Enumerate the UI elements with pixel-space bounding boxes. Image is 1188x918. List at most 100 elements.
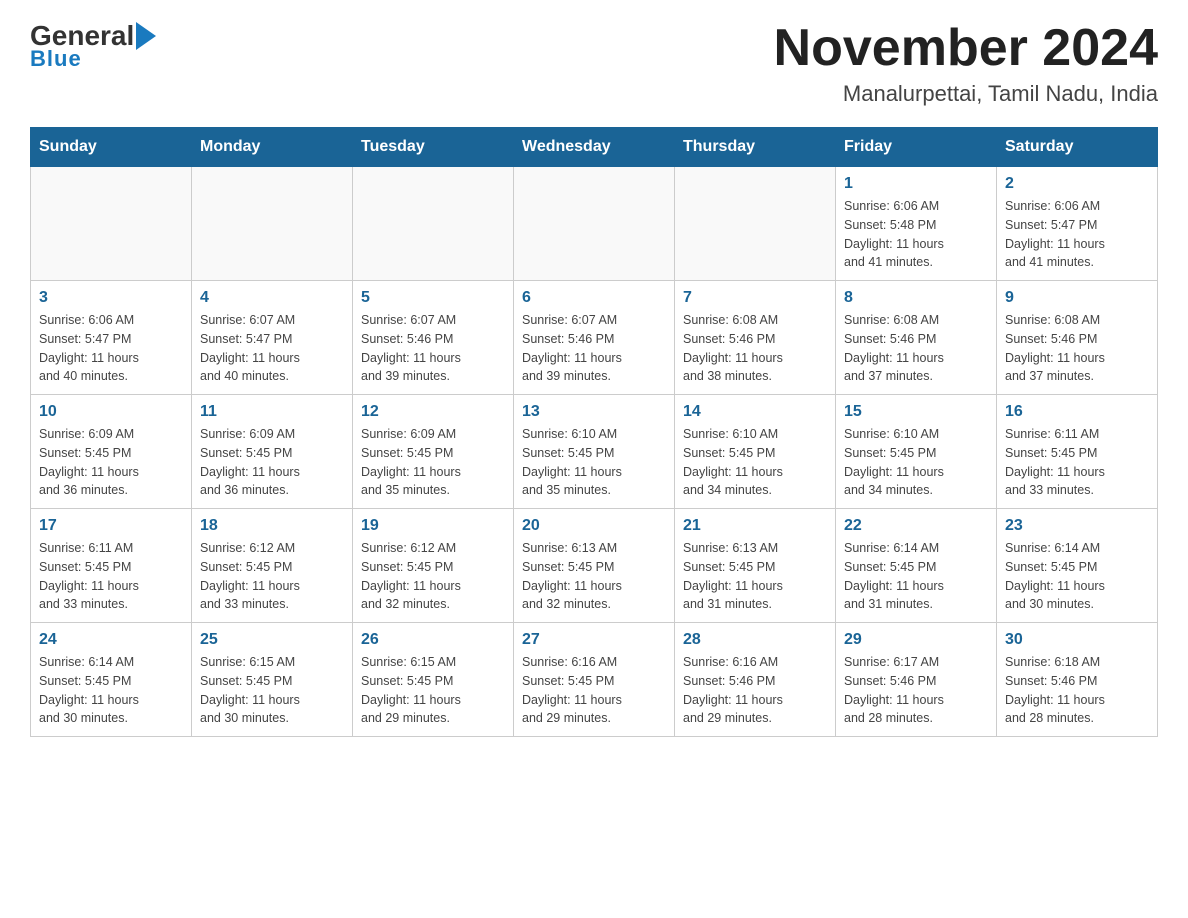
weekday-header-thursday: Thursday [675,128,836,167]
calendar-cell: 1 Sunrise: 6:06 AMSunset: 5:48 PMDaylight… [836,167,997,281]
day-info: Sunrise: 6:08 AMSunset: 5:46 PMDaylight:… [1005,311,1149,386]
day-number: 24 [39,631,183,649]
day-number: 18 [200,517,344,535]
day-number: 14 [683,403,827,421]
calendar-cell: 26 Sunrise: 6:15 AMSunset: 5:45 PMDayligh… [353,623,514,737]
weekday-header-friday: Friday [836,128,997,167]
calendar-cell [353,167,514,281]
day-number: 23 [1005,517,1149,535]
calendar-cell: 11 Sunrise: 6:09 AMSunset: 5:45 PMDayligh… [192,395,353,509]
day-number: 1 [844,175,988,193]
weekday-header-tuesday: Tuesday [353,128,514,167]
day-number: 7 [683,289,827,307]
calendar-cell: 25Sunrise: 6:15 AMSunset: 5:45 PMDayligh… [192,623,353,737]
day-info: Sunrise: 6:07 AMSunset: 5:46 PMDaylight:… [522,311,666,386]
calendar-cell: 29 Sunrise: 6:17 AMSunset: 5:46 PMDayligh… [836,623,997,737]
week-row-4: 17 Sunrise: 6:11 AMSunset: 5:45 PMDayligh… [31,509,1158,623]
day-number: 17 [39,517,183,535]
day-info: Sunrise: 6:16 AMSunset: 5:46 PMDaylight:… [683,653,827,728]
day-number: 8 [844,289,988,307]
day-info: Sunrise: 6:08 AMSunset: 5:46 PMDaylight:… [844,311,988,386]
day-info: Sunrise: 6:06 AMSunset: 5:47 PMDaylight:… [39,311,183,386]
week-row-2: 3 Sunrise: 6:06 AMSunset: 5:47 PMDaylight… [31,281,1158,395]
day-number: 2 [1005,175,1149,193]
calendar-cell: 21 Sunrise: 6:13 AMSunset: 5:45 PMDayligh… [675,509,836,623]
calendar-cell: 5Sunrise: 6:07 AMSunset: 5:46 PMDaylight… [353,281,514,395]
calendar-cell: 17 Sunrise: 6:11 AMSunset: 5:45 PMDayligh… [31,509,192,623]
day-info: Sunrise: 6:09 AMSunset: 5:45 PMDaylight:… [200,425,344,500]
day-info: Sunrise: 6:11 AMSunset: 5:45 PMDaylight:… [39,539,183,614]
day-info: Sunrise: 6:09 AMSunset: 5:45 PMDaylight:… [39,425,183,500]
calendar-cell [192,167,353,281]
logo-arrow-icon [136,22,156,50]
calendar-cell: 30Sunrise: 6:18 AMSunset: 5:46 PMDayligh… [997,623,1158,737]
day-info: Sunrise: 6:13 AMSunset: 5:45 PMDaylight:… [683,539,827,614]
calendar-cell: 12 Sunrise: 6:09 AMSunset: 5:45 PMDayligh… [353,395,514,509]
calendar-cell: 2 Sunrise: 6:06 AMSunset: 5:47 PMDaylight… [997,167,1158,281]
day-info: Sunrise: 6:13 AMSunset: 5:45 PMDaylight:… [522,539,666,614]
day-number: 26 [361,631,505,649]
day-info: Sunrise: 6:15 AMSunset: 5:45 PMDaylight:… [200,653,344,728]
day-info: Sunrise: 6:16 AMSunset: 5:45 PMDaylight:… [522,653,666,728]
calendar-cell: 6 Sunrise: 6:07 AMSunset: 5:46 PMDaylight… [514,281,675,395]
calendar-cell: 8 Sunrise: 6:08 AMSunset: 5:46 PMDaylight… [836,281,997,395]
day-number: 19 [361,517,505,535]
day-number: 5 [361,289,505,307]
day-number: 11 [200,403,344,421]
weekday-header-monday: Monday [192,128,353,167]
day-info: Sunrise: 6:17 AMSunset: 5:46 PMDaylight:… [844,653,988,728]
day-info: Sunrise: 6:11 AMSunset: 5:45 PMDaylight:… [1005,425,1149,500]
calendar-cell: 4 Sunrise: 6:07 AMSunset: 5:47 PMDaylight… [192,281,353,395]
day-info: Sunrise: 6:10 AMSunset: 5:45 PMDaylight:… [683,425,827,500]
calendar-cell: 3 Sunrise: 6:06 AMSunset: 5:47 PMDaylight… [31,281,192,395]
day-info: Sunrise: 6:08 AMSunset: 5:46 PMDaylight:… [683,311,827,386]
week-row-5: 24Sunrise: 6:14 AMSunset: 5:45 PMDayligh… [31,623,1158,737]
day-number: 12 [361,403,505,421]
calendar-cell: 15 Sunrise: 6:10 AMSunset: 5:45 PMDayligh… [836,395,997,509]
day-info: Sunrise: 6:18 AMSunset: 5:46 PMDaylight:… [1005,653,1149,728]
day-info: Sunrise: 6:10 AMSunset: 5:45 PMDaylight:… [522,425,666,500]
calendar-cell: 24Sunrise: 6:14 AMSunset: 5:45 PMDayligh… [31,623,192,737]
day-number: 3 [39,289,183,307]
day-number: 21 [683,517,827,535]
day-info: Sunrise: 6:06 AMSunset: 5:48 PMDaylight:… [844,197,988,272]
day-number: 4 [200,289,344,307]
day-info: Sunrise: 6:14 AMSunset: 5:45 PMDaylight:… [844,539,988,614]
day-number: 29 [844,631,988,649]
day-info: Sunrise: 6:12 AMSunset: 5:45 PMDaylight:… [200,539,344,614]
day-number: 16 [1005,403,1149,421]
calendar-cell: 19Sunrise: 6:12 AMSunset: 5:45 PMDayligh… [353,509,514,623]
day-info: Sunrise: 6:10 AMSunset: 5:45 PMDaylight:… [844,425,988,500]
calendar-cell [514,167,675,281]
title-area: November 2024 Manalurpettai, Tamil Nadu,… [774,20,1158,107]
day-number: 6 [522,289,666,307]
calendar-cell: 16 Sunrise: 6:11 AMSunset: 5:45 PMDayligh… [997,395,1158,509]
day-info: Sunrise: 6:09 AMSunset: 5:45 PMDaylight:… [361,425,505,500]
day-info: Sunrise: 6:07 AMSunset: 5:47 PMDaylight:… [200,311,344,386]
day-number: 15 [844,403,988,421]
calendar-cell: 18 Sunrise: 6:12 AMSunset: 5:45 PMDayligh… [192,509,353,623]
weekday-header-saturday: Saturday [997,128,1158,167]
month-title: November 2024 [774,20,1158,77]
day-number: 27 [522,631,666,649]
day-number: 13 [522,403,666,421]
calendar-cell: 23 Sunrise: 6:14 AMSunset: 5:45 PMDayligh… [997,509,1158,623]
calendar-cell: 20Sunrise: 6:13 AMSunset: 5:45 PMDayligh… [514,509,675,623]
header-row: SundayMondayTuesdayWednesdayThursdayFrid… [31,128,1158,167]
day-info: Sunrise: 6:15 AMSunset: 5:45 PMDaylight:… [361,653,505,728]
day-number: 10 [39,403,183,421]
day-info: Sunrise: 6:14 AMSunset: 5:45 PMDaylight:… [1005,539,1149,614]
calendar-cell: 28Sunrise: 6:16 AMSunset: 5:46 PMDayligh… [675,623,836,737]
calendar-cell: 9 Sunrise: 6:08 AMSunset: 5:46 PMDaylight… [997,281,1158,395]
day-number: 22 [844,517,988,535]
calendar-cell: 7 Sunrise: 6:08 AMSunset: 5:46 PMDaylight… [675,281,836,395]
week-row-3: 10 Sunrise: 6:09 AMSunset: 5:45 PMDayligh… [31,395,1158,509]
day-number: 9 [1005,289,1149,307]
day-info: Sunrise: 6:06 AMSunset: 5:47 PMDaylight:… [1005,197,1149,272]
location-title: Manalurpettai, Tamil Nadu, India [774,81,1158,107]
calendar-cell: 14 Sunrise: 6:10 AMSunset: 5:45 PMDayligh… [675,395,836,509]
calendar-cell: 22 Sunrise: 6:14 AMSunset: 5:45 PMDayligh… [836,509,997,623]
calendar-cell [31,167,192,281]
calendar-cell: 27 Sunrise: 6:16 AMSunset: 5:45 PMDayligh… [514,623,675,737]
calendar-cell: 13 Sunrise: 6:10 AMSunset: 5:45 PMDayligh… [514,395,675,509]
